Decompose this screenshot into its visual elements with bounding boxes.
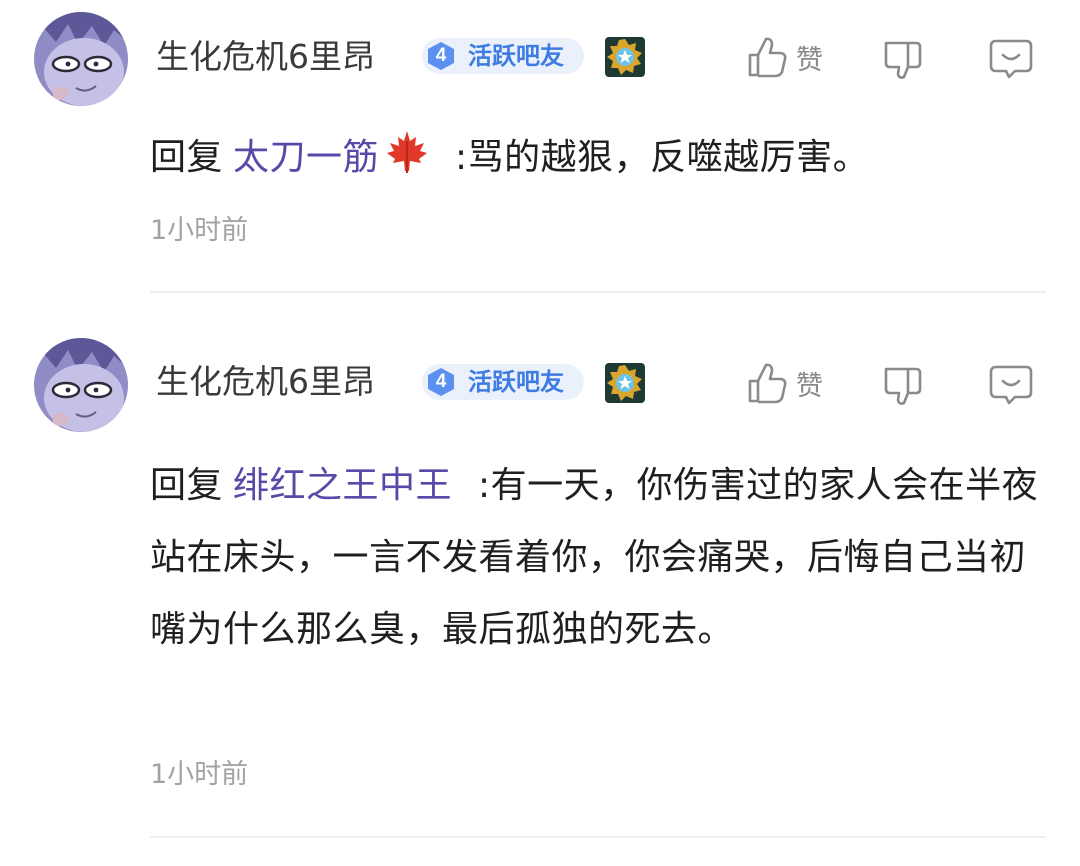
level-number-badge: 4 [426, 367, 456, 397]
mention-link[interactable]: 绯红之王中王 [233, 465, 452, 506]
divider [150, 836, 1046, 838]
timestamp: 1小时前 [150, 759, 249, 790]
comment-item: 生化危机6里昂 4 活跃吧友 赞 [0, 0, 1080, 866]
comment-text: 回复 绯红之王中王:有一天，你伤害过的家人会在半夜站在床头，一言不发看着你，你会痛… [150, 450, 1040, 666]
like-label: 赞 [796, 370, 823, 402]
thumbs-down-icon [880, 363, 924, 407]
level-badge[interactable]: 4 活跃吧友 [422, 364, 584, 400]
avatar[interactable] [34, 338, 128, 432]
like-button[interactable]: 赞 [738, 360, 828, 406]
dislike-button[interactable] [880, 362, 928, 408]
thumbs-up-icon [746, 361, 788, 405]
username[interactable]: 生化危机6里昂 [156, 362, 375, 402]
reply-prefix: 回复 [150, 465, 224, 506]
comment-bubble-icon [988, 363, 1034, 407]
reply-button[interactable] [988, 362, 1036, 408]
level-title: 活跃吧友 [468, 368, 564, 396]
star-medal-icon[interactable] [604, 362, 646, 404]
